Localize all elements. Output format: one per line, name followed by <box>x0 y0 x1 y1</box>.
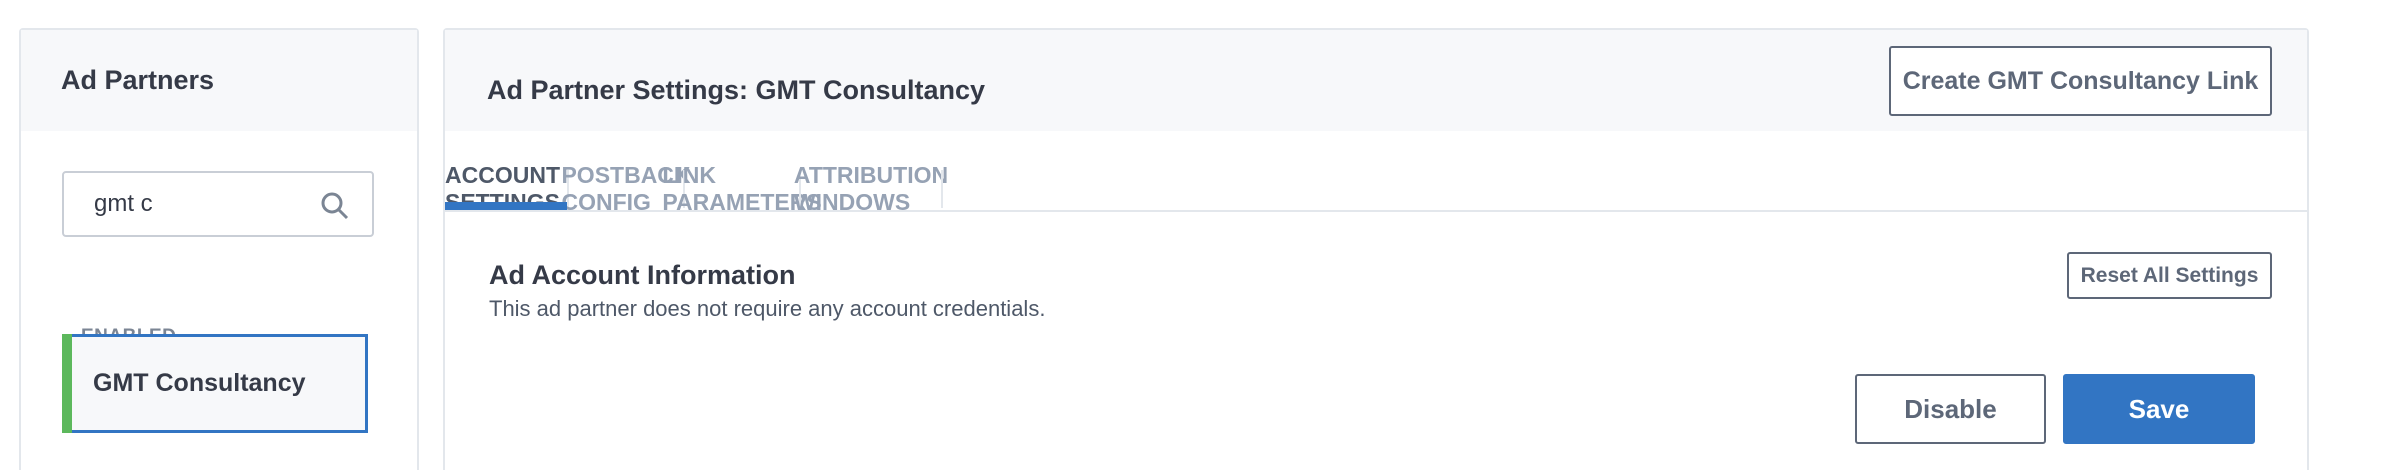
partner-settings-panel: Ad Partner Settings: GMT Consultancy Cre… <box>443 28 2309 470</box>
partner-search[interactable] <box>62 171 374 237</box>
active-tab-indicator <box>445 202 567 210</box>
partner-item-gmt-consultancy[interactable]: GMT Consultancy <box>62 334 368 433</box>
tab-separator <box>941 170 943 208</box>
ad-partners-panel: Ad Partners ENABLED GMT Consultancy <box>19 28 419 470</box>
partner-item-label: GMT Consultancy <box>93 369 306 397</box>
section-description: This ad partner does not require any acc… <box>489 296 1046 321</box>
page-title: Ad Partner Settings: GMT Consultancy <box>487 75 986 105</box>
tabs-divider <box>445 210 2307 212</box>
ad-partners-title: Ad Partners <box>61 65 215 95</box>
search-input[interactable] <box>92 189 316 219</box>
create-link-button[interactable]: Create GMT Consultancy Link <box>1889 46 2272 116</box>
section-title: Ad Account Information <box>489 260 796 290</box>
save-button[interactable]: Save <box>2063 374 2255 444</box>
enabled-status-bar <box>62 334 72 433</box>
reset-all-settings-button[interactable]: Reset All Settings <box>2067 252 2272 299</box>
tab-link-parameters[interactable]: LINK PARAMETERS <box>662 162 821 215</box>
disable-button[interactable]: Disable <box>1855 374 2046 444</box>
tab-attribution-windows[interactable]: ATTRIBUTION WINDOWS <box>794 162 948 215</box>
search-icon[interactable] <box>320 191 350 221</box>
